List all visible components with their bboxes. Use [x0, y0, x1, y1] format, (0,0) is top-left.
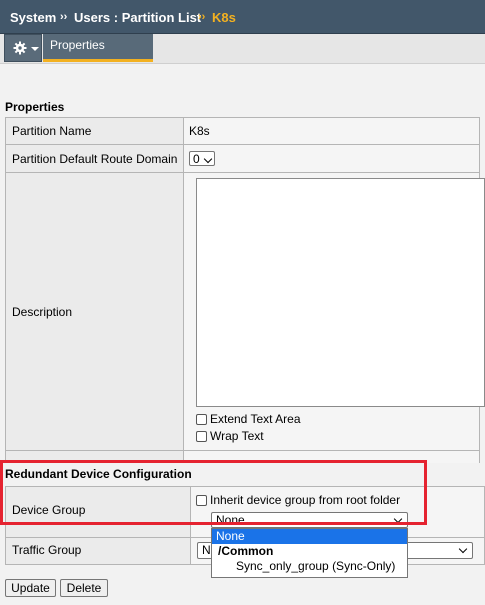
traffic-group-label: Traffic Group — [12, 543, 82, 557]
extend-text-area-checkbox[interactable] — [196, 413, 207, 425]
dropdown-option-none[interactable]: None — [212, 529, 407, 544]
device-group-dropdown-list: None /Common Sync_only_group (Sync-Only) — [211, 528, 408, 578]
caret-down-icon — [31, 47, 39, 51]
wrap-text-option: Wrap Text — [196, 429, 264, 443]
dropdown-group-common: /Common — [218, 544, 274, 558]
route-domain-select[interactable]: 0 — [189, 151, 215, 167]
extend-text-area-option: Extend Text Area — [196, 412, 301, 426]
breadcrumb-separator: ›› — [198, 11, 206, 23]
gear-icon — [13, 41, 27, 55]
update-button[interactable]: Update — [5, 579, 56, 597]
route-domain-value: 0 — [193, 152, 200, 167]
partition-name-value: K8s — [183, 117, 480, 145]
dropdown-option-sync-only-group[interactable]: Sync_only_group (Sync-Only) — [212, 559, 407, 574]
description-label: Description — [5, 172, 184, 451]
tab-bar: Properties — [0, 34, 485, 64]
breadcrumb: System ›› Users : Partition List ›› K8s — [0, 0, 485, 34]
breadcrumb-system[interactable]: System — [10, 10, 56, 25]
tab-properties[interactable]: Properties — [43, 34, 153, 62]
description-textarea[interactable] — [196, 178, 485, 407]
partition-name-label: Partition Name — [5, 117, 184, 145]
route-domain-label: Partition Default Route Domain — [5, 144, 184, 173]
traffic-group-select-value: N — [202, 543, 211, 557]
extend-text-area-label: Extend Text Area — [210, 412, 301, 426]
chevron-down-icon — [458, 544, 468, 554]
delete-button[interactable]: Delete — [60, 579, 108, 597]
wrap-text-label: Wrap Text — [210, 429, 264, 443]
wrap-text-checkbox[interactable] — [196, 430, 207, 442]
breadcrumb-current: K8s — [212, 10, 236, 25]
properties-section-title: Properties — [5, 100, 65, 114]
highlight-box — [0, 460, 427, 525]
breadcrumb-separator: ›› — [60, 11, 68, 23]
settings-menu-button[interactable] — [4, 34, 42, 62]
breadcrumb-partition-list[interactable]: Users : Partition List — [74, 10, 201, 25]
chevron-down-icon — [203, 154, 213, 164]
